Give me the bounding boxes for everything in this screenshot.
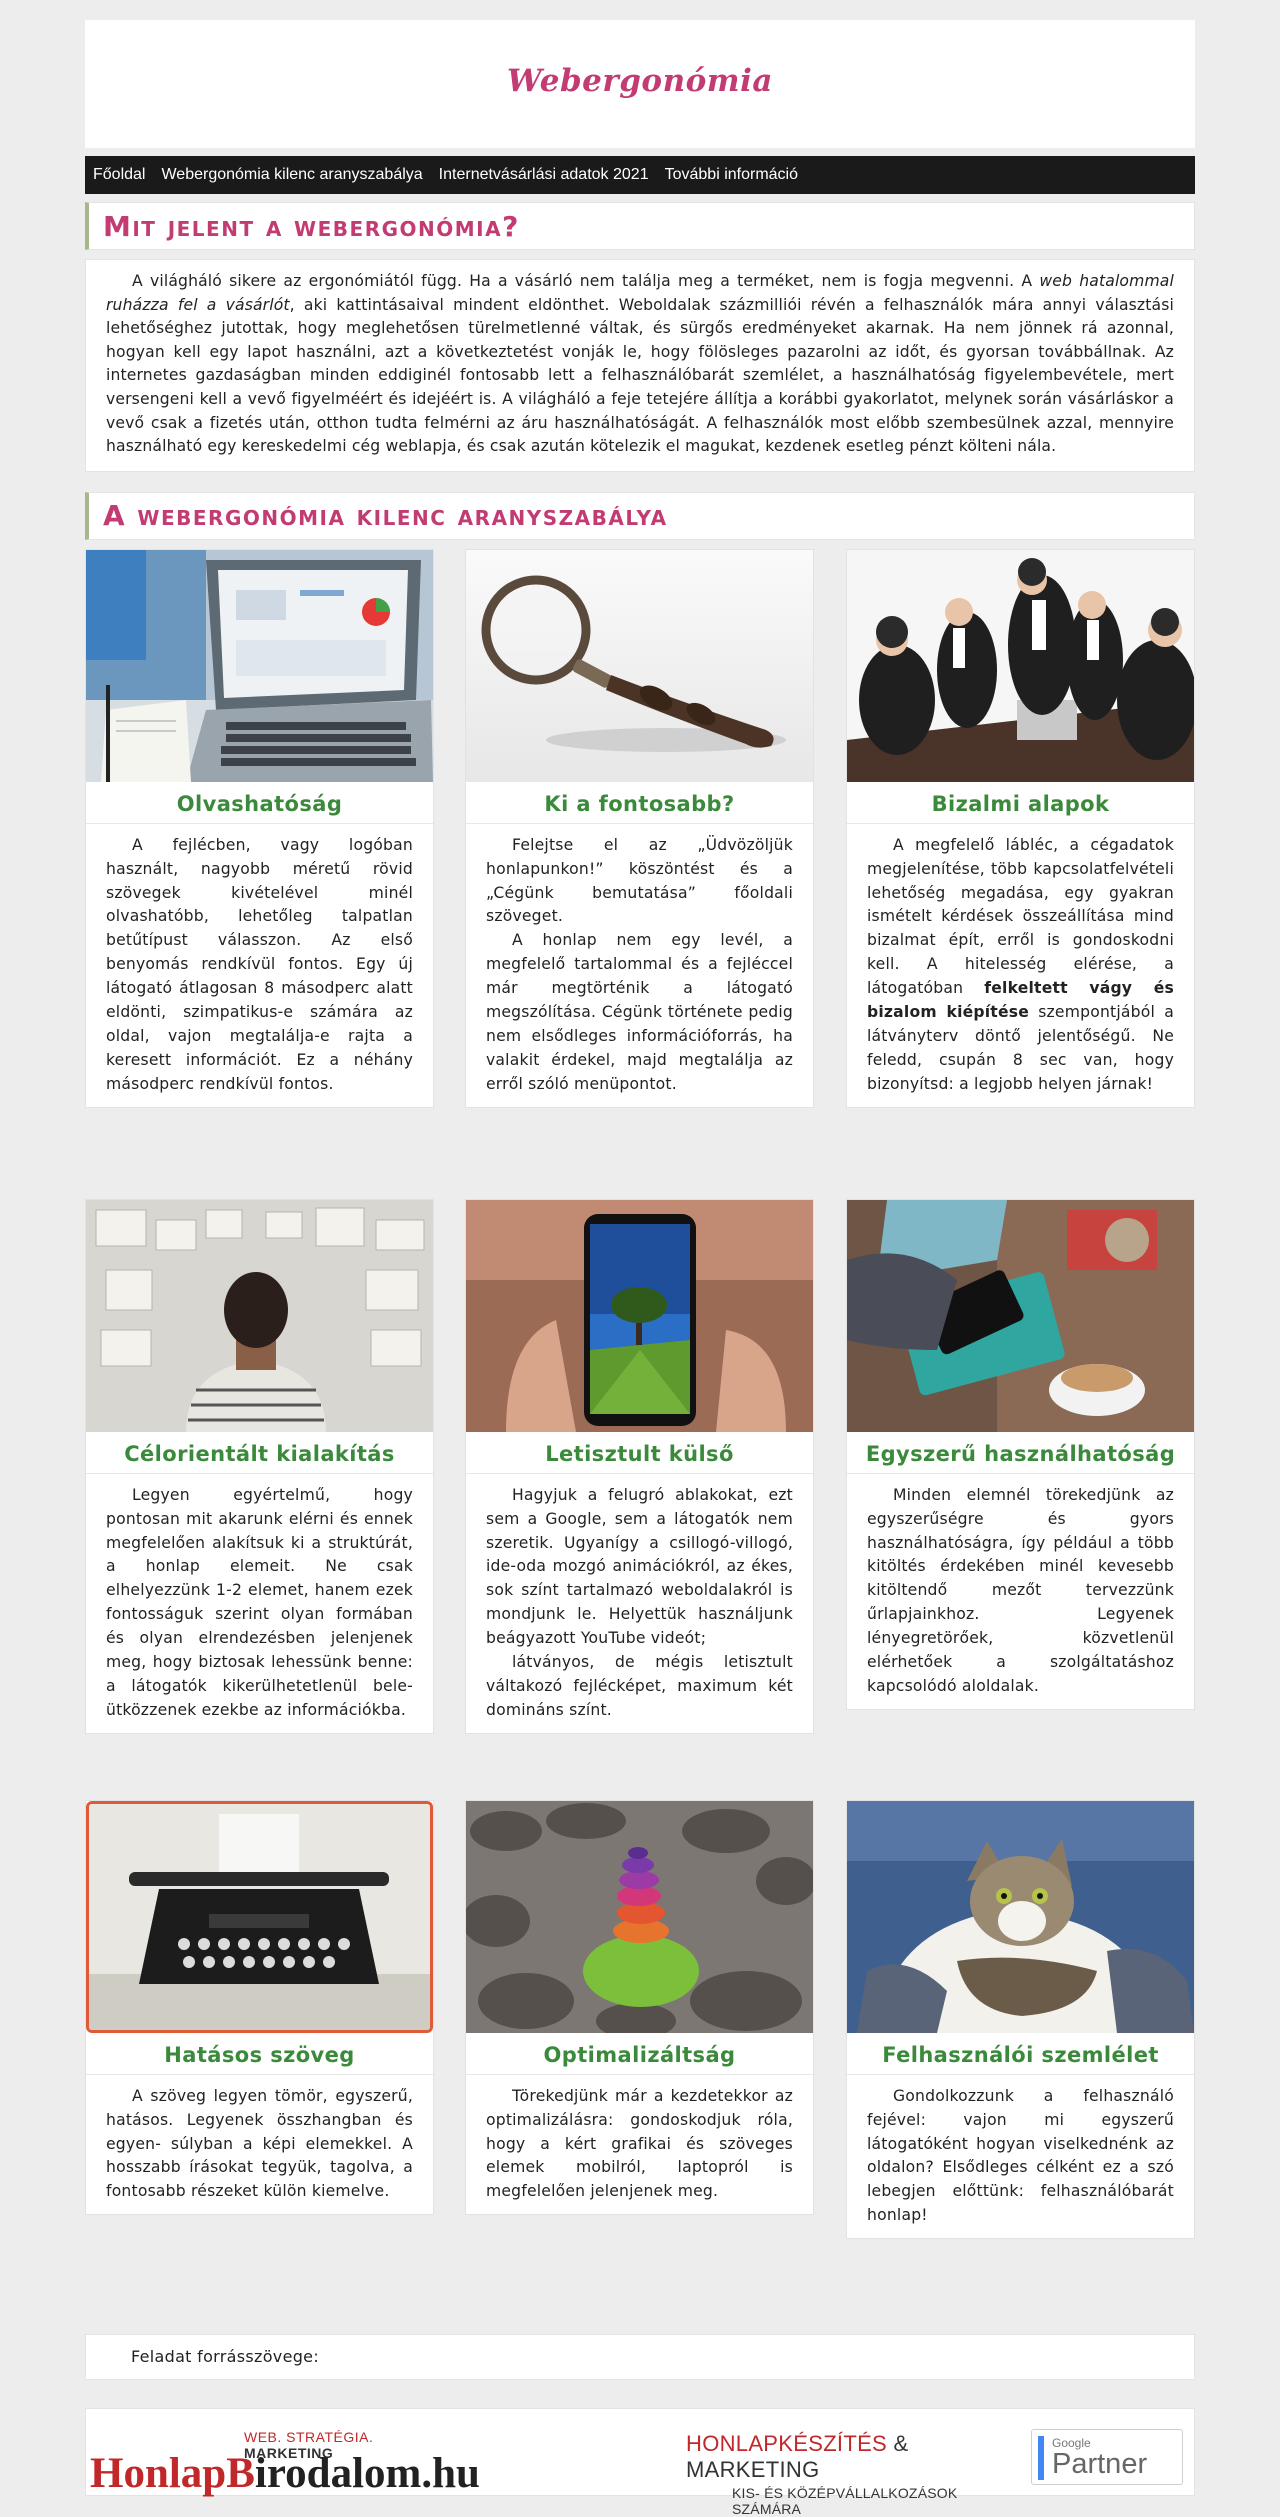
phone-tree-image: [466, 1199, 813, 1432]
card-title: Felhasználói szemlélet: [847, 2033, 1194, 2075]
card-text: Gondolkozzunk a felhasználó fejével: vaj…: [867, 2086, 1174, 2225]
card-title: Ki a fontosabb?: [466, 782, 813, 824]
card-text-a: A megfelelő lábléc, a cégadatok megjelen…: [867, 835, 1174, 998]
logo-wordmark: HonlapBirodalom.hu: [90, 2449, 480, 2498]
card-text: Minden elemnél törekedjünk az egyszerűsé…: [867, 1485, 1174, 1695]
stacked-stones-image: [466, 1800, 813, 2033]
main-nav: Főoldal Webergonómia kilenc aranyszabály…: [85, 156, 1195, 194]
card-title: Célorientált kialakítás: [86, 1432, 433, 1474]
marketing-tagline: HONLAPKÉSZÍTÉS & MARKETING KIS- ÉS KÖZÉP…: [686, 2431, 1016, 2517]
laptop-desk-image: [86, 549, 433, 782]
cat-image: [847, 1800, 1194, 2033]
card-text-b: látványos, de mégis letisztult váltakozó…: [486, 1653, 793, 1719]
card-text: Felejtse el az „Üdvözöljük honlapunkon!”…: [466, 824, 813, 1107]
card-text-b: A honlap nem egy levél, a megfelelő tart…: [486, 931, 793, 1093]
nav-item-data-2021[interactable]: Internetvásárlási adatok 2021: [439, 166, 649, 184]
partner-label: Partner: [1052, 2447, 1148, 2480]
card-text-a: Felejtse el az „Üdvözöljük honlapunkon!”…: [486, 835, 793, 926]
nav-item-home[interactable]: Főoldal: [93, 166, 145, 184]
card-text: A fejlécben, vagy logóban használt, nagy…: [106, 835, 413, 1093]
rule-card-clean-look: Letisztult külső Hagyjuk a felugró ablak…: [465, 1198, 814, 1734]
intro-text-a: A világháló sikere az ergonómiától függ.…: [132, 272, 1040, 290]
rule-card-user-perspective: Felhasználói szemlélet Gondolkozzunk a f…: [846, 1799, 1195, 2240]
site-header: Webergonómia: [85, 20, 1195, 148]
magnifying-glass-image: [466, 549, 813, 782]
rule-card-goal-oriented: Célorientált kialakítás Legyen egyértelm…: [85, 1198, 434, 1734]
google-partner-bar: [1038, 2435, 1044, 2480]
card-text: Törekedjünk már a kezdetekkor az optimal…: [486, 2086, 793, 2201]
marketing-line-2: KIS- ÉS KÖZÉPVÁLLALKOZÁSOK SZÁMÁRA: [732, 2484, 958, 2517]
nav-item-more-info[interactable]: További információ: [665, 166, 798, 184]
marketing-main: HONLAPKÉSZÍTÉS: [686, 2430, 888, 2456]
intro-title: Mit jelent a webergonómia?: [85, 202, 1195, 250]
rule-card-optimization: Optimalizáltság Törekedjünk már a kezdet…: [465, 1799, 814, 2216]
man-looking-at-wall-image: [86, 1199, 433, 1432]
typewriter-image: [86, 1800, 433, 2033]
footer-banner: WEB. STRATÉGIA. MARKETING HonlapBirodalo…: [85, 2407, 1195, 2517]
phone-coffee-image: [847, 1199, 1194, 1432]
card-text: A szöveg legyen tömör, egyszerű, hatásos…: [106, 2086, 413, 2201]
rule-card-effective-text: Hatásos szöveg A szöveg legyen tömör, eg…: [85, 1799, 434, 2216]
honlapbirodalom-logo[interactable]: WEB. STRATÉGIA. MARKETING HonlapBirodalo…: [90, 2427, 480, 2497]
card-text: A megfelelő lábléc, a cégadatok megjelen…: [847, 824, 1194, 1107]
logo-tagline-web: WEB.: [244, 2428, 282, 2445]
site-brand[interactable]: Webergonómia: [507, 63, 773, 99]
rule-card-simple-usability: Egyszerű használhatóság Minden elemnél t…: [846, 1198, 1195, 1710]
nav-item-rules[interactable]: Webergonómia kilenc aranyszabálya: [161, 166, 422, 184]
card-text: Legyen egyértelmű, hogy pontosan mit aka…: [106, 1485, 413, 1719]
source-text-label: Feladat forrásszövege:: [85, 2333, 1195, 2380]
rule-card-trust: Bizalmi alapok A megfelelő lábléc, a cég…: [846, 548, 1195, 1108]
card-title: Olvashatóság: [86, 782, 433, 824]
rule-card-who-matters: Ki a fontosabb? Felejtse el az „Üdvözölj…: [465, 548, 814, 1108]
rule-card-readability: Olvashatóság A fejlécben, vagy logóban h…: [85, 548, 434, 1108]
card-title: Hatásos szöveg: [86, 2033, 433, 2075]
card-text: Hagyjuk a felugró ablakokat, ezt sem a G…: [466, 1474, 813, 1733]
intro-paragraph: A világháló sikere az ergonómiától függ.…: [85, 259, 1195, 472]
rules-grid: Olvashatóság A fejlécben, vagy logóban h…: [85, 548, 1195, 2517]
rules-title: A webergonómia kilenc aranyszabálya: [85, 491, 1195, 540]
intro-text-b: , aki kattintásaival mindent eldönthet. …: [106, 295, 1174, 456]
logo-tagline-strategy: STRATÉGIA.: [286, 2428, 374, 2445]
card-title: Bizalmi alapok: [847, 782, 1194, 824]
card-title: Optimalizáltság: [466, 2033, 813, 2075]
card-title: Egyszerű használhatóság: [847, 1432, 1194, 1474]
card-text-a: Hagyjuk a felugró ablakokat, ezt sem a G…: [486, 1485, 793, 1648]
business-meeting-image: [847, 549, 1194, 782]
card-title: Letisztult külső: [466, 1432, 813, 1474]
